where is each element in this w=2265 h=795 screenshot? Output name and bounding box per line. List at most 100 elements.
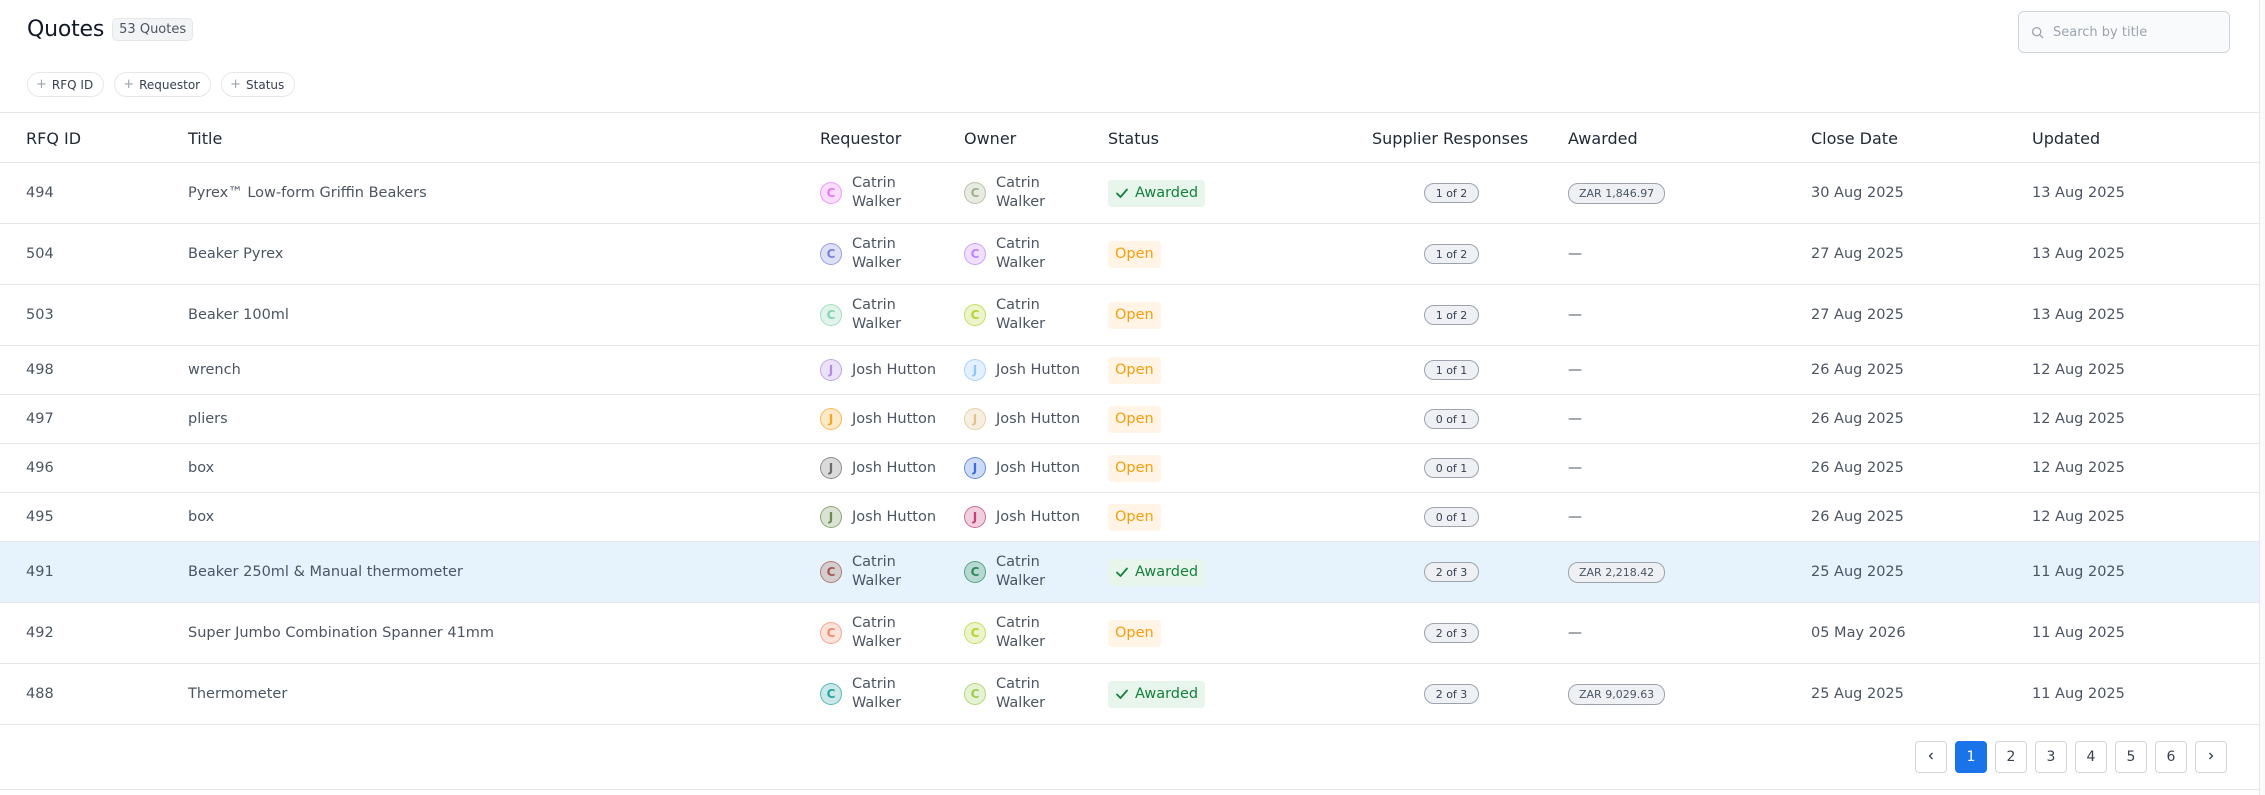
title-cell[interactable]: wrench — [188, 346, 241, 394]
owner-name: Catrin Walker — [996, 676, 1046, 711]
awarded-empty: — — [1568, 411, 1582, 427]
responses-badge: 0 of 1 — [1424, 409, 1479, 429]
page-button-4[interactable]: 4 — [2075, 741, 2107, 773]
awarded-cell: ZAR 2,218.42 — [1568, 542, 1666, 602]
requestor-name: Josh Hutton — [852, 410, 937, 427]
column-header-rfq-id[interactable]: RFQ ID — [26, 113, 81, 163]
filter-requestor[interactable]: + Requestor — [114, 72, 212, 97]
awarded-cell: — — [1568, 444, 1582, 492]
column-header-status[interactable]: Status — [1108, 113, 1159, 163]
owner: C Catrin Walker — [964, 675, 1071, 713]
requestor-cell: J Josh Hutton — [820, 395, 936, 443]
vertical-scrollbar[interactable] — [2259, 0, 2265, 795]
awarded-cell: — — [1568, 603, 1582, 663]
responses-cell: 2 of 3 — [1424, 603, 1479, 663]
owner: J Josh Hutton — [964, 457, 1080, 479]
column-header-updated[interactable]: Updated — [2032, 113, 2100, 163]
page-button-3[interactable]: 3 — [2035, 741, 2067, 773]
status-label: Open — [1115, 246, 1154, 262]
filter-status[interactable]: + Status — [221, 72, 296, 97]
page-button-2[interactable]: 2 — [1995, 741, 2027, 773]
title-cell[interactable]: pliers — [188, 395, 228, 443]
page-button-1[interactable]: 1 — [1955, 741, 1987, 773]
search-icon — [2029, 24, 2045, 40]
requestor-name: Josh Hutton — [852, 459, 937, 476]
responses-badge: 1 of 1 — [1424, 360, 1479, 380]
title-cell[interactable]: Super Jumbo Combination Spanner 41mm — [188, 603, 494, 663]
title-cell[interactable]: Beaker 250ml & Manual thermometer — [188, 542, 463, 602]
responses-cell: 1 of 2 — [1424, 163, 1479, 223]
owner-cell: C Catrin Walker — [964, 163, 1071, 223]
requestor-name: Catrin Walker — [852, 175, 902, 210]
rfq-id-cell: 488 — [26, 686, 54, 702]
close-date-cell: 25 Aug 2025 — [1811, 564, 1904, 580]
title-cell[interactable]: Pyrex™ Low-form Griffin Beakers — [188, 163, 427, 223]
requestor: C Catrin Walker — [820, 553, 927, 591]
prev-page-button[interactable] — [1915, 741, 1947, 773]
plus-icon: + — [36, 77, 47, 92]
responses-cell: 0 of 1 — [1424, 444, 1479, 492]
column-header-close-date[interactable]: Close Date — [1811, 113, 1898, 163]
next-page-button[interactable] — [2195, 741, 2227, 773]
column-header-awarded[interactable]: Awarded — [1568, 113, 1638, 163]
quote-count-badge: 53 Quotes — [112, 18, 194, 41]
awarded-empty: — — [1568, 460, 1582, 476]
status-label: Open — [1115, 509, 1154, 525]
status-label: Open — [1115, 460, 1154, 476]
table-row[interactable]: 488 Thermometer C Catrin Walker C Catrin… — [0, 664, 2259, 725]
owner-cell: J Josh Hutton — [964, 346, 1080, 394]
check-icon — [1115, 687, 1129, 701]
page-button-6[interactable]: 6 — [2155, 741, 2187, 773]
requestor-cell: J Josh Hutton — [820, 346, 936, 394]
awarded-empty: — — [1568, 625, 1582, 641]
close-date-cell: 27 Aug 2025 — [1811, 307, 1904, 323]
status-badge: Open — [1108, 619, 1161, 647]
owner-name: Josh Hutton — [996, 410, 1081, 427]
responses-cell: 1 of 1 — [1424, 346, 1479, 394]
table-row[interactable]: 497 pliers J Josh Hutton J Josh Hutton O… — [0, 395, 2259, 444]
title-cell[interactable]: Beaker Pyrex — [188, 224, 283, 284]
page-button-5[interactable]: 5 — [2115, 741, 2147, 773]
status-label: Open — [1115, 411, 1154, 427]
filter-rfq-id[interactable]: + RFQ ID — [27, 72, 105, 97]
table-row[interactable]: 503 Beaker 100ml C Catrin Walker C Catri… — [0, 285, 2259, 346]
status-cell: Open — [1108, 444, 1161, 492]
table-row[interactable]: 491 Beaker 250ml & Manual thermometer C … — [0, 542, 2259, 603]
table-row[interactable]: 498 wrench J Josh Hutton J Josh Hutton O… — [0, 346, 2259, 395]
table-row[interactable]: 496 box J Josh Hutton J Josh Hutton Open… — [0, 444, 2259, 493]
close-date-cell: 26 Aug 2025 — [1811, 509, 1904, 525]
awarded-cell: ZAR 1,846.97 — [1568, 163, 1666, 223]
updated-cell: 12 Aug 2025 — [2032, 460, 2125, 476]
status-cell: Open — [1108, 603, 1161, 663]
responses-badge: 2 of 3 — [1424, 684, 1479, 704]
requestor-cell: C Catrin Walker — [820, 163, 927, 223]
avatar: J — [820, 408, 842, 430]
table-row[interactable]: 494 Pyrex™ Low-form Griffin Beakers C Ca… — [0, 163, 2259, 224]
column-header-owner[interactable]: Owner — [964, 113, 1016, 163]
status-badge: Open — [1108, 356, 1161, 384]
rfq-id-cell: 498 — [26, 362, 54, 378]
updated-cell: 12 Aug 2025 — [2032, 509, 2125, 525]
table-body: 494 Pyrex™ Low-form Griffin Beakers C Ca… — [0, 163, 2259, 725]
owner: C Catrin Walker — [964, 553, 1071, 591]
title-cell[interactable]: box — [188, 444, 214, 492]
plus-icon: + — [123, 77, 135, 92]
title-cell[interactable]: box — [188, 493, 214, 541]
updated-cell: 11 Aug 2025 — [2032, 564, 2125, 580]
requestor: J Josh Hutton — [820, 359, 936, 381]
table-row[interactable]: 492 Super Jumbo Combination Spanner 41mm… — [0, 603, 2259, 664]
owner-cell: J Josh Hutton — [964, 493, 1080, 541]
table-row[interactable]: 504 Beaker Pyrex C Catrin Walker C Catri… — [0, 224, 2259, 285]
owner: J Josh Hutton — [964, 359, 1080, 381]
search-box[interactable] — [2018, 11, 2230, 53]
column-header-supplier-responses[interactable]: Supplier Responses — [1372, 113, 1528, 163]
title-cell[interactable]: Beaker 100ml — [188, 285, 289, 345]
search-input[interactable] — [2053, 24, 2223, 40]
table-row[interactable]: 495 box J Josh Hutton J Josh Hutton Open… — [0, 493, 2259, 542]
owner-cell: C Catrin Walker — [964, 603, 1071, 663]
owner: J Josh Hutton — [964, 506, 1080, 528]
column-header-title[interactable]: Title — [188, 113, 222, 163]
responses-badge: 0 of 1 — [1424, 458, 1479, 478]
column-header-requestor[interactable]: Requestor — [820, 113, 901, 163]
title-cell[interactable]: Thermometer — [188, 664, 287, 724]
